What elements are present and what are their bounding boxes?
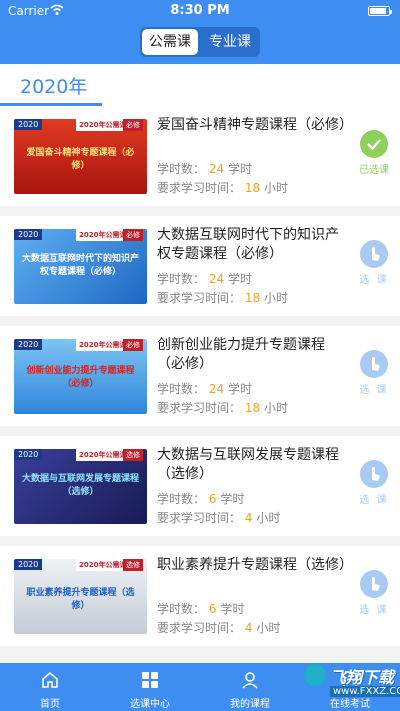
thumb-banner-text: 大数据与互联网发展专题课程（选修）	[21, 474, 139, 497]
tab-course-center[interactable]: 选课中心	[100, 663, 200, 711]
course-title: 职业素养提升专题课程（选修）	[157, 557, 353, 573]
course-thumbnail: 2020 2020年公需课 选修 大数据与互联网发展专题课程（选修）	[14, 449, 147, 524]
course-required-time: 要求学习时间： 4 小时	[157, 621, 281, 635]
course-title: 爱国奋斗精神专题课程（必修）	[157, 117, 353, 133]
tab-home[interactable]: 首页	[0, 663, 100, 711]
course-thumbnail: 2020 2020年公需课 必修 大数据互联网时代下的知识产权专题课程（必修）	[14, 229, 147, 304]
thumb-banner-text: 创新创业能力提升专题课程（必修）	[26, 366, 135, 389]
thumb-type-tag: 选修	[123, 559, 143, 571]
course-thumbnail: 2020 2020年公需课 选修 职业素养提升专题课程（选修）	[14, 559, 147, 634]
course-required-time: 要求学习时间： 18 小时	[157, 401, 288, 415]
course-hours: 学时数： 6 学时	[157, 602, 245, 616]
thumb-category-tag: 2020年公需课	[76, 119, 130, 131]
course-title: 大数据互联网时代下的知识产权专题课程（必修）	[157, 227, 339, 262]
grid-icon	[142, 672, 158, 688]
course-hours: 学时数： 6 学时	[157, 492, 245, 506]
course-hours: 学时数： 24 学时	[157, 272, 252, 286]
home-icon	[42, 671, 58, 688]
select-course-button[interactable]: 选 课	[354, 460, 394, 506]
course-hours: 学时数： 24 学时	[157, 382, 252, 396]
select-course-button[interactable]: 选 课	[354, 240, 394, 286]
tap-icon	[360, 240, 388, 268]
top-bar: Carrier 8:30 PM 公需课 专业课	[0, 0, 400, 64]
tab-professional-course[interactable]: 专业课	[202, 29, 258, 55]
course-title: 创新创业能力提升专题课程（必修）	[157, 337, 325, 372]
watermark-logo	[304, 664, 326, 686]
select-course-button[interactable]: 选 课	[354, 350, 394, 396]
watermark: 飞翔下载 www.FXXZ.COM	[304, 662, 400, 708]
course-card[interactable]: 2020 2020年公需课 必修 创新创业能力提升专题课程（必修） 创新创业能力…	[0, 326, 400, 426]
check-icon	[360, 130, 388, 158]
thumb-type-tag: 必修	[123, 119, 143, 131]
status-bar: Carrier 8:30 PM	[0, 0, 400, 22]
course-hours: 学时数： 24 学时	[157, 162, 252, 176]
tab-year-2020[interactable]: 2020年	[20, 72, 87, 99]
course-card[interactable]: 2020 2020年公需课 必修 大数据互联网时代下的知识产权专题课程（必修） …	[0, 216, 400, 316]
thumb-category-tag: 2020年公需课	[76, 229, 130, 241]
thumb-type-tag: 必修	[123, 229, 143, 241]
course-type-switch: 公需课 专业课	[140, 27, 260, 57]
thumb-type-tag: 必修	[123, 339, 143, 351]
course-card[interactable]: 2020 2020年公需课 选修 职业素养提升专题课程（选修） 职业素养提升专题…	[0, 546, 400, 646]
course-required-time: 要求学习时间： 4 小时	[157, 511, 281, 525]
year-tab-bar: 2020年	[0, 64, 400, 106]
thumb-banner-text: 大数据互联网时代下的知识产权专题课程（必修）	[21, 254, 139, 277]
course-required-time: 要求学习时间： 18 小时	[157, 181, 288, 195]
thumb-category-tag: 2020年公需课	[76, 339, 130, 351]
user-icon	[242, 672, 258, 689]
tab-public-course[interactable]: 公需课	[142, 29, 198, 55]
tap-icon	[360, 570, 388, 598]
clock: 8:30 PM	[170, 3, 230, 18]
battery-icon	[368, 6, 392, 16]
thumb-banner-text: 爱国奋斗精神专题课程（必修）	[26, 148, 135, 171]
thumb-year-tag: 2020	[14, 559, 43, 570]
thumb-year-tag: 2020	[14, 229, 43, 240]
tap-icon	[360, 350, 388, 378]
thumb-year-tag: 2020	[14, 339, 43, 350]
course-thumbnail: 2020 2020年公需课 必修 创新创业能力提升专题课程（必修）	[14, 339, 147, 414]
course-thumbnail: 2020 2020年公需课 必修 爱国奋斗精神专题课程（必修）	[14, 119, 147, 194]
thumb-type-tag: 选修	[123, 449, 143, 461]
course-required-time: 要求学习时间： 18 小时	[157, 291, 288, 305]
watermark-text: 飞翔下载	[330, 668, 395, 687]
thumb-year-tag: 2020	[14, 449, 43, 460]
thumb-category-tag: 2020年公需课	[76, 559, 130, 571]
tap-icon	[360, 460, 388, 488]
thumb-year-tag: 2020	[14, 119, 43, 130]
thumb-category-tag: 2020年公需课	[76, 449, 130, 461]
course-card[interactable]: 2020 2020年公需课 选修 大数据与互联网发展专题课程（选修） 大数据与互…	[0, 436, 400, 536]
course-card[interactable]: 2020 2020年公需课 必修 爱国奋斗精神专题课程（必修） 爱国奋斗精神专题…	[0, 106, 400, 206]
select-course-button[interactable]: 选 课	[354, 570, 394, 616]
tab-my-courses[interactable]: 我的课程	[200, 663, 300, 711]
thumb-banner-text: 职业素养提升专题课程（选修）	[26, 588, 135, 611]
selected-status: 已选课	[354, 130, 394, 176]
course-title: 大数据与互联网发展专题课程（选修）	[157, 447, 339, 482]
watermark-url: www.FXXZ.COM	[330, 686, 400, 697]
